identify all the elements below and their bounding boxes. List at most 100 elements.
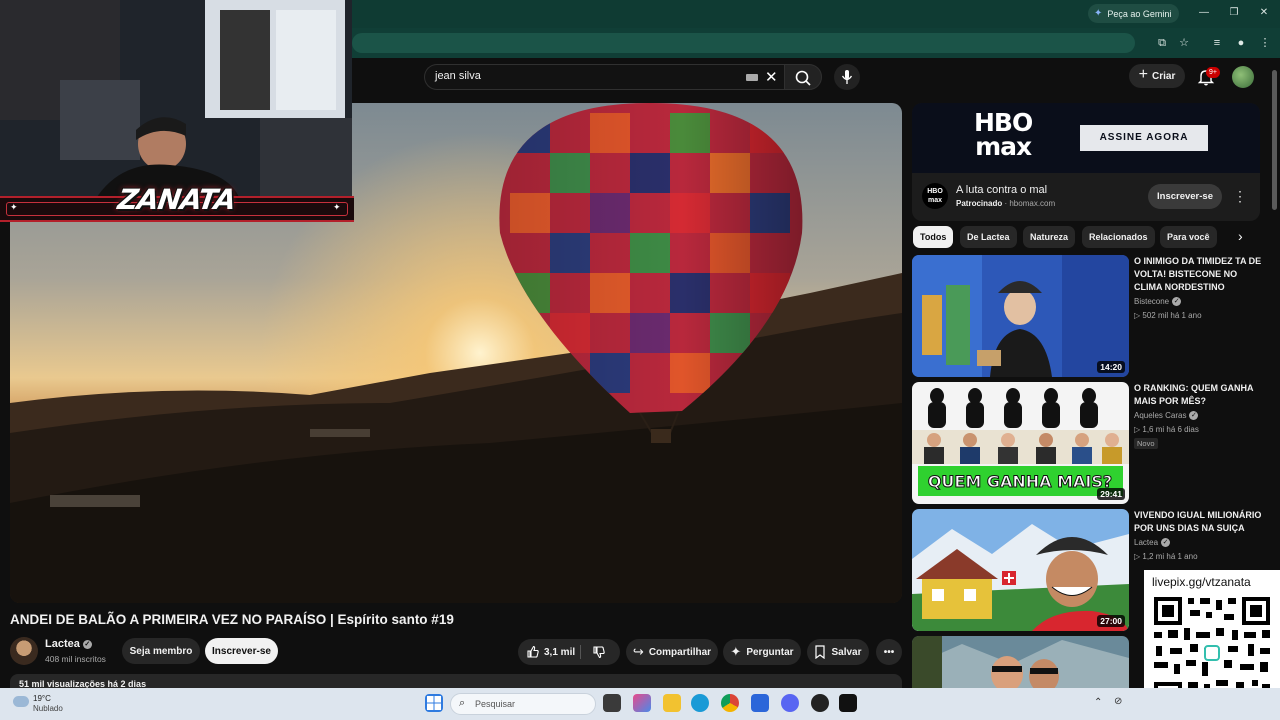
rec-channel-name-3: Lactea	[1134, 538, 1159, 547]
create-button[interactable]: + Criar	[1129, 64, 1185, 88]
copilot-icon[interactable]	[633, 694, 651, 712]
description-box[interactable]: 51 mil visualizações há 2 dias	[10, 674, 902, 688]
close-window-icon[interactable]: ✕	[1254, 5, 1274, 21]
search-button[interactable]	[784, 64, 822, 90]
store-icon[interactable]	[751, 694, 769, 712]
rec-title-3[interactable]: VIVENDO IGUAL MILIONÁRIO POR UNS DIAS NA…	[1134, 509, 1264, 535]
clear-search-icon[interactable]: ✕	[765, 68, 778, 86]
rec-thumb-text-2: QUEM GANHA MAIS?	[928, 472, 1112, 491]
verified-icon: ✓	[82, 639, 92, 649]
profile-icon[interactable]: ●	[1233, 35, 1249, 51]
channel-name[interactable]: Lactea ✓	[45, 638, 92, 650]
subscriber-count: 408 mil inscritos	[45, 654, 106, 664]
network-icon[interactable]: ⊘	[1114, 696, 1122, 707]
voice-search-button[interactable]	[834, 64, 860, 90]
rec-duration-2: 29:41	[1097, 488, 1125, 500]
media-queue-icon[interactable]: ≡	[1209, 35, 1225, 51]
keyboard-icon[interactable]	[746, 74, 758, 81]
start-button[interactable]	[425, 694, 443, 712]
new-badge: Novo	[1134, 438, 1158, 449]
ad-banner[interactable]: HBO max ASSINE AGORA	[912, 103, 1260, 173]
ask-label: Perguntar	[746, 646, 794, 658]
streamer-logo: ZANATA	[115, 183, 238, 216]
rec-channel-1[interactable]: Bistecone ✓	[1134, 297, 1182, 307]
subscribe-label: Inscrever-se	[212, 645, 271, 657]
chrome-icon[interactable]	[721, 694, 739, 712]
sparkle-icon: ✦	[730, 644, 742, 659]
join-button[interactable]: Seja membro	[122, 638, 200, 664]
rec-channel-3[interactable]: Lactea ✓	[1134, 538, 1171, 548]
edge-icon[interactable]	[691, 694, 709, 712]
chip-de-lactea[interactable]: De Lactea	[960, 226, 1017, 248]
verified-icon: ✓	[1172, 297, 1182, 307]
rec-thumbnail-2[interactable]: QUEM GANHA MAIS? 29:41	[912, 382, 1129, 504]
rec-duration-3: 27:00	[1097, 615, 1125, 627]
chip-todos[interactable]: Todos	[913, 226, 954, 248]
rec-thumbnail-1[interactable]: 14:20	[912, 255, 1129, 377]
more-icon: •••	[883, 646, 895, 658]
account-avatar[interactable]	[1232, 66, 1254, 88]
save-button[interactable]: Salvar	[807, 639, 869, 665]
search-input[interactable]: jean silva ✕	[424, 64, 784, 90]
rec-thumbnail-3[interactable]: 27:00	[912, 509, 1129, 631]
advertiser-avatar-line2: max	[927, 197, 942, 204]
rec-title-2[interactable]: O RANKING: QUEM GANHA MAIS POR MÊS?	[1134, 382, 1264, 408]
obs-icon[interactable]	[811, 694, 829, 712]
thumbs-up-icon	[527, 645, 539, 658]
gemini-button[interactable]: ✦ Peça ao Gemini	[1088, 4, 1180, 23]
chip-para-voce[interactable]: Para você	[1160, 226, 1217, 248]
browser-menu-icon[interactable]: ⋮	[1257, 35, 1273, 51]
ad-subscribe-button[interactable]: Inscrever-se	[1148, 184, 1222, 209]
rec-thumbnail-image-3	[912, 509, 1129, 631]
ad-more-icon[interactable]: ⋮	[1233, 188, 1247, 205]
microphone-icon	[841, 70, 853, 84]
ad-domain: · hbomax.com	[1004, 199, 1056, 208]
chips-next-icon[interactable]: ›	[1238, 228, 1243, 244]
discord-icon[interactable]	[781, 694, 799, 712]
like-count: 3,1 mil	[544, 646, 576, 658]
maximize-icon[interactable]: ❐	[1224, 5, 1244, 21]
rec-thumbnail-image-4	[912, 636, 1129, 688]
ad-cta-button[interactable]: ASSINE AGORA	[1080, 125, 1208, 151]
rec-duration-1: 14:20	[1097, 361, 1125, 373]
rec-thumbnail-image-2: QUEM GANHA MAIS?	[912, 382, 1129, 504]
rec-stats-1: ▷ 502 mil há 1 ano	[1134, 311, 1202, 320]
share-label: Compartilhar	[648, 646, 712, 658]
epic-games-icon[interactable]	[839, 694, 857, 712]
weather-description[interactable]: Nublado	[33, 704, 63, 713]
task-view-icon[interactable]	[603, 694, 621, 712]
more-actions-button[interactable]: •••	[876, 639, 902, 665]
address-bar[interactable]	[352, 33, 1135, 53]
weather-temperature[interactable]: 19°C	[33, 694, 51, 703]
rec-channel-2[interactable]: Aqueles Caras ✓	[1134, 411, 1199, 421]
search-query: jean silva	[435, 70, 481, 82]
advertiser-avatar: HBO max	[922, 183, 948, 209]
like-button[interactable]: 3,1 mil	[526, 645, 575, 659]
subscribe-button[interactable]: Inscrever-se	[205, 638, 278, 664]
rec-thumbnail-4[interactable]	[912, 636, 1129, 688]
minimize-icon[interactable]: —	[1194, 5, 1214, 21]
install-app-icon[interactable]: ⧉	[1154, 35, 1170, 51]
page-scrollbar-thumb[interactable]	[1272, 70, 1277, 210]
ask-button[interactable]: ✦ Perguntar	[723, 639, 801, 665]
frame-right-star: ✦	[333, 202, 341, 212]
ad-card[interactable]: HBO max ASSINE AGORA HBO max A luta cont…	[912, 103, 1260, 221]
file-explorer-icon[interactable]	[663, 694, 681, 712]
tray-chevron-icon[interactable]: ⌃	[1094, 697, 1102, 708]
sponsored-label: Patrocinado	[956, 199, 1003, 208]
channel-avatar[interactable]	[10, 637, 38, 665]
dislike-button[interactable]	[592, 645, 606, 662]
chip-natureza[interactable]: Natureza	[1023, 226, 1076, 248]
cloud-icon[interactable]	[13, 696, 29, 707]
create-label: Criar	[1151, 70, 1176, 82]
chip-relacionados[interactable]: Relacionados	[1082, 226, 1155, 248]
taskbar-search[interactable]: ⌕ Pesquisar	[450, 693, 596, 715]
share-button[interactable]: ↪ Compartilhar	[626, 639, 718, 665]
save-label: Salvar	[831, 646, 862, 658]
webcam-feed	[0, 0, 352, 200]
search-icon	[795, 70, 811, 86]
bookmark-star-icon[interactable]: ☆	[1176, 35, 1192, 51]
taskbar-search-icon: ⌕	[459, 697, 466, 709]
rec-title-1[interactable]: O INIMIGO DA TIMIDEZ TA DE VOLTA! BISTEC…	[1134, 255, 1264, 294]
screen: ✦ Peça ao Gemini — ❐ ✕ ⧉ ☆ ≡ ● ⋮ jean si…	[0, 0, 1280, 720]
